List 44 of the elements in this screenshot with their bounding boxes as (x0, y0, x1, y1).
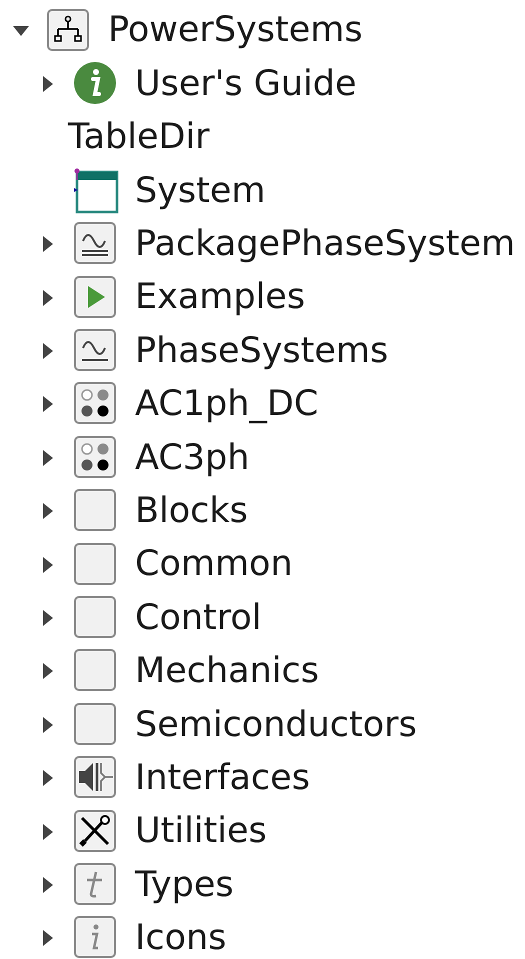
hierarchy-icon (46, 8, 92, 54)
expand-caret-icon[interactable] (42, 662, 54, 680)
expand-caret-icon[interactable] (42, 235, 54, 254)
tree-item-label[interactable]: User's Guide (135, 64, 357, 104)
tree-item-label[interactable]: Utilities (135, 812, 267, 851)
tools-icon (73, 808, 119, 855)
tree-item-label[interactable]: Interfaces (135, 758, 310, 798)
blank-icon (73, 542, 119, 588)
expand-caret-icon[interactable] (42, 502, 54, 520)
blank-icon (73, 702, 119, 748)
expand-caret-icon[interactable] (42, 448, 54, 467)
tree-item-label[interactable]: PackagePhaseSystem (135, 225, 516, 264)
expand-caret-icon[interactable] (42, 556, 54, 574)
play-icon (73, 274, 119, 321)
tree-item-label[interactable]: PowerSystems (108, 11, 363, 50)
expand-caret-icon[interactable] (42, 929, 54, 948)
record-icon (73, 168, 119, 214)
expand-caret-icon[interactable] (42, 608, 54, 627)
blank-icon (73, 594, 119, 641)
tree-item-label[interactable]: Control (135, 598, 262, 638)
expand-caret-icon[interactable] (42, 342, 54, 360)
tree-item-label[interactable]: System (135, 172, 266, 210)
tree-item-label[interactable]: AC3ph (135, 438, 250, 478)
tree-item-label[interactable]: Mechanics (135, 652, 319, 691)
tree-item-label[interactable]: AC1ph_DC (135, 385, 318, 424)
expand-caret-icon[interactable] (42, 876, 54, 894)
tree-item-label[interactable]: PhaseSystems (135, 332, 388, 370)
tree-item-label[interactable]: Examples (135, 278, 306, 317)
expand-caret-icon[interactable] (42, 395, 54, 414)
expand-caret-icon[interactable] (42, 75, 54, 94)
expand-caret-icon[interactable] (42, 288, 54, 307)
tree-item-label[interactable]: Blocks (135, 492, 248, 530)
tree-item-label[interactable]: Types (135, 866, 234, 904)
dots-icon (73, 434, 119, 481)
tree-item-label[interactable]: Icons (135, 919, 226, 958)
tree-item-label[interactable]: Common (135, 545, 293, 584)
info-icon (73, 915, 119, 959)
tree-item-label[interactable]: TableDir (68, 118, 210, 157)
italic-t-icon (73, 862, 119, 908)
expand-caret-icon[interactable] (42, 769, 54, 788)
expand-caret-icon[interactable] (42, 716, 54, 734)
expand-caret-icon[interactable] (42, 822, 54, 841)
tree-item-label[interactable]: Semiconductors (135, 706, 417, 744)
collapse-caret-icon[interactable] (12, 24, 30, 37)
